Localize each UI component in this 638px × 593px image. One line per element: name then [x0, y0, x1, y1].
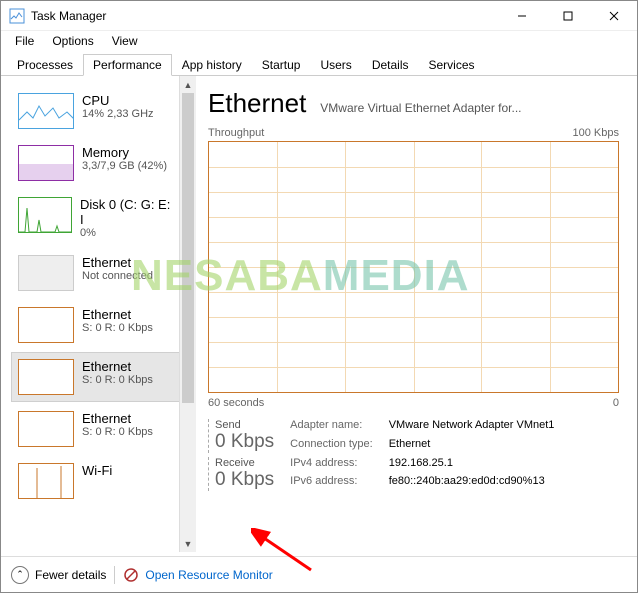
menubar: File Options View	[1, 31, 637, 51]
tab-processes[interactable]: Processes	[7, 54, 83, 76]
ipv6-key: IPv6 address:	[290, 475, 373, 491]
tab-startup[interactable]: Startup	[252, 54, 311, 76]
open-resource-monitor-label: Open Resource Monitor	[145, 568, 272, 582]
tabs: Processes Performance App history Startu…	[1, 53, 637, 76]
fewer-details-button[interactable]: ⌃ Fewer details	[11, 566, 106, 584]
fewer-details-label: Fewer details	[35, 568, 106, 582]
sidebar-item-ethernet-1[interactable]: EthernetS: 0 R: 0 Kbps	[11, 300, 181, 350]
sidebar-item-label: Memory	[82, 145, 167, 160]
memory-graph-icon	[18, 145, 74, 181]
close-button[interactable]	[591, 1, 637, 31]
sidebar-item-sub: 0%	[80, 227, 174, 239]
sidebar-item-sub: Not connected	[82, 270, 153, 282]
wifi-graph-icon	[18, 463, 74, 499]
ipv4-value: 192.168.25.1	[389, 457, 555, 473]
sidebar-item-label: Ethernet	[82, 255, 153, 270]
sidebar-item-wifi[interactable]: Wi-Fi	[11, 456, 181, 506]
disk-graph-icon	[18, 197, 72, 233]
chart-top-left-label: Throughput	[208, 127, 264, 139]
sidebar-item-label: Ethernet	[82, 411, 153, 426]
sidebar-item-label: Ethernet	[82, 359, 153, 374]
menu-file[interactable]: File	[7, 33, 42, 49]
sidebar-item-sub: 3,3/7,9 GB (42%)	[82, 160, 167, 172]
chart-bottom-left-label: 60 seconds	[208, 397, 264, 409]
window-controls	[499, 1, 637, 31]
ethernet-graph-icon	[18, 255, 74, 291]
throughput-chart	[208, 141, 619, 393]
sidebar-item-label: Disk 0 (C: G: E: I	[80, 197, 174, 227]
sidebar-item-label: CPU	[82, 93, 154, 108]
resource-monitor-icon	[123, 567, 139, 583]
receive-label: Receive	[215, 457, 274, 469]
scroll-thumb[interactable]	[182, 93, 194, 403]
tab-details[interactable]: Details	[362, 54, 419, 76]
sidebar-item-ethernet-3[interactable]: EthernetS: 0 R: 0 Kbps	[11, 404, 181, 454]
tab-app-history[interactable]: App history	[172, 54, 252, 76]
ipv6-value: fe80::240b:aa29:ed0d:cd90%13	[389, 475, 555, 491]
ethernet-graph-icon	[18, 307, 74, 343]
chart-bottom-right-label: 0	[613, 397, 619, 409]
tab-performance[interactable]: Performance	[83, 54, 172, 76]
sidebar-item-sub: S: 0 R: 0 Kbps	[82, 426, 153, 438]
adapter-subtitle: VMware Virtual Ethernet Adapter for...	[320, 101, 619, 115]
footer: ⌃ Fewer details Open Resource Monitor	[1, 556, 637, 592]
maximize-button[interactable]	[545, 1, 591, 31]
connection-type-value: Ethernet	[389, 438, 555, 454]
main-panel: Ethernet VMware Virtual Ethernet Adapter…	[196, 76, 637, 552]
chart-grid	[209, 142, 618, 392]
minimize-button[interactable]	[499, 1, 545, 31]
send-value: 0 Kbps	[215, 431, 274, 453]
sidebar-list: CPU14% 2,33 GHz Memory3,3/7,9 GB (42%) D…	[11, 86, 181, 506]
connection-type-key: Connection type:	[290, 438, 373, 454]
sidebar-item-sub: S: 0 R: 0 Kbps	[82, 322, 153, 334]
window-title: Task Manager	[31, 9, 499, 23]
sidebar-item-ethernet-2[interactable]: EthernetS: 0 R: 0 Kbps	[11, 352, 181, 402]
sidebar: CPU14% 2,33 GHz Memory3,3/7,9 GB (42%) D…	[1, 76, 196, 552]
scroll-down-icon[interactable]: ▼	[180, 535, 196, 552]
receive-value: 0 Kbps	[215, 469, 274, 491]
sidebar-item-sub: 14% 2,33 GHz	[82, 108, 154, 120]
ipv4-key: IPv4 address:	[290, 457, 373, 473]
footer-separator	[114, 566, 115, 584]
task-manager-icon	[9, 8, 25, 24]
ethernet-graph-icon	[18, 359, 74, 395]
open-resource-monitor-link[interactable]: Open Resource Monitor	[123, 567, 272, 583]
menu-view[interactable]: View	[104, 33, 146, 49]
tab-users[interactable]: Users	[310, 54, 361, 76]
menu-options[interactable]: Options	[44, 33, 101, 49]
cpu-graph-icon	[18, 93, 74, 129]
scroll-up-icon[interactable]: ▲	[180, 76, 196, 93]
tab-services[interactable]: Services	[419, 54, 485, 76]
page-title: Ethernet	[208, 88, 306, 119]
chevron-up-icon: ⌃	[11, 566, 29, 584]
send-label: Send	[215, 419, 274, 431]
ethernet-graph-icon	[18, 411, 74, 447]
content: CPU14% 2,33 GHz Memory3,3/7,9 GB (42%) D…	[1, 76, 637, 552]
chart-top-right-label: 100 Kbps	[573, 127, 619, 139]
sidebar-item-ethernet-nc[interactable]: EthernetNot connected	[11, 248, 181, 298]
sidebar-item-disk[interactable]: Disk 0 (C: G: E: I0%	[11, 190, 181, 246]
titlebar: Task Manager	[1, 1, 637, 31]
sidebar-item-sub: S: 0 R: 0 Kbps	[82, 374, 153, 386]
sidebar-item-label: Wi-Fi	[82, 463, 112, 478]
sidebar-item-label: Ethernet	[82, 307, 153, 322]
adapter-name-value: VMware Network Adapter VMnet1	[389, 419, 555, 435]
sidebar-item-memory[interactable]: Memory3,3/7,9 GB (42%)	[11, 138, 181, 188]
adapter-name-key: Adapter name:	[290, 419, 373, 435]
sidebar-item-cpu[interactable]: CPU14% 2,33 GHz	[11, 86, 181, 136]
sidebar-scrollbar[interactable]: ▲ ▼	[179, 76, 196, 552]
